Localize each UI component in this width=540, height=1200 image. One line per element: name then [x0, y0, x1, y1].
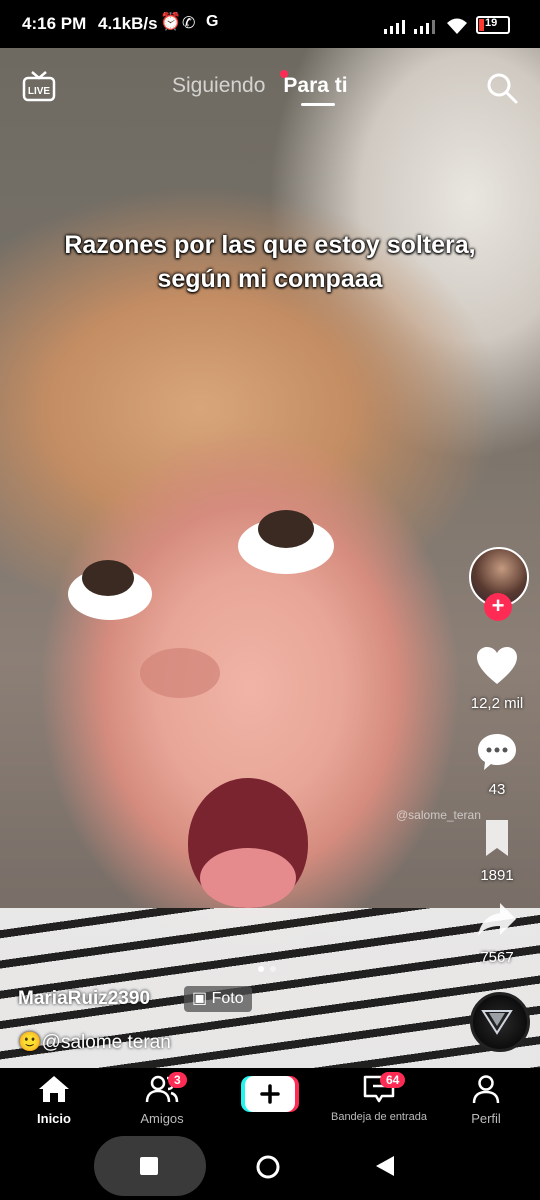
- video-pupil-left: [82, 560, 134, 596]
- share-icon: [478, 903, 516, 936]
- slide-dot: [258, 966, 264, 972]
- bottom-navigation: Inicio 3 Amigos 64 Bandeja de entrada Pe…: [0, 1068, 540, 1130]
- video-frame[interactable]: [0, 48, 540, 1068]
- feed-tabs: Siguiendo Para ti: [172, 74, 348, 98]
- video-nose: [140, 648, 220, 698]
- signal-1-icon: [384, 20, 405, 34]
- slide-dot: [270, 966, 276, 972]
- nav-profile[interactable]: Perfil: [432, 1074, 540, 1126]
- wifi-icon: [447, 18, 467, 34]
- tab-following[interactable]: Siguiendo: [172, 74, 265, 97]
- alarm-icon: ⏰: [160, 12, 182, 31]
- nav-home-label: Inicio: [37, 1111, 71, 1126]
- video-tongue: [200, 848, 296, 908]
- save-count: 1891: [480, 867, 514, 884]
- music-cover-icon: [481, 1010, 513, 1035]
- mention[interactable]: 🙂@salome teran: [18, 1030, 171, 1054]
- comment-button[interactable]: 43: [462, 732, 532, 798]
- nav-profile-label: Perfil: [471, 1111, 501, 1126]
- video-pupil-right: [258, 510, 314, 548]
- create-button[interactable]: [241, 1076, 299, 1112]
- image-icon: ▣: [192, 990, 208, 1007]
- inbox-badge: 64: [380, 1072, 406, 1088]
- friends-badge: 3: [168, 1072, 187, 1088]
- photo-badge-label: Foto: [211, 990, 244, 1007]
- follow-button[interactable]: +: [484, 593, 512, 621]
- save-button[interactable]: 1891: [462, 818, 532, 884]
- svg-text:LIVE: LIVE: [28, 86, 51, 97]
- like-button[interactable]: 12,2 mil: [462, 646, 532, 712]
- bookmark-icon: [486, 820, 508, 856]
- status-bar: 4:16 PM 4.1kB/s ⏰ ✆ G 19: [0, 0, 540, 48]
- profile-icon: [472, 1075, 500, 1104]
- following-notification-dot: [280, 70, 288, 78]
- signal-2-icon: [414, 20, 435, 34]
- slide-indicator: [258, 959, 282, 977]
- heart-icon: [477, 647, 517, 684]
- status-speed: 4.1kB/s: [98, 14, 158, 33]
- home-system-icon[interactable]: [255, 1154, 281, 1180]
- comment-count: 43: [488, 781, 506, 798]
- video-caption: Razones por las que estoy soltera, según…: [64, 231, 476, 293]
- music-disc[interactable]: [470, 992, 530, 1052]
- google-icon: G: [206, 13, 219, 30]
- like-count: 12,2 mil: [470, 695, 524, 712]
- home-icon: [39, 1076, 69, 1102]
- battery-icon: 19: [476, 16, 510, 34]
- whatsapp-icon: ✆: [182, 15, 196, 32]
- nav-home[interactable]: Inicio: [0, 1074, 108, 1126]
- share-count: 7567: [480, 949, 514, 966]
- live-icon[interactable]: LIVE: [22, 70, 56, 104]
- author-username[interactable]: MariaRuiz2390: [18, 988, 150, 1010]
- nav-friends-label: Amigos: [140, 1111, 184, 1126]
- system-navigation: [0, 1130, 540, 1200]
- tab-for-you[interactable]: Para ti: [283, 74, 347, 97]
- comment-icon: [478, 734, 516, 770]
- mention-text: @salome teran: [41, 1032, 171, 1053]
- nav-friends[interactable]: 3 Amigos: [108, 1072, 216, 1126]
- search-icon[interactable]: [486, 72, 518, 104]
- nav-inbox[interactable]: 64 Bandeja de entrada: [324, 1072, 434, 1123]
- share-button[interactable]: 7567: [462, 900, 532, 966]
- recents-button-pill[interactable]: [94, 1136, 206, 1196]
- back-icon[interactable]: [374, 1154, 396, 1178]
- emoji-icon: 🙂: [18, 1032, 42, 1053]
- recents-icon: [140, 1157, 158, 1175]
- status-time: 4:16 PM: [22, 14, 87, 33]
- nav-inbox-label: Bandeja de entrada: [330, 1111, 428, 1123]
- photo-badge: ▣ Foto: [184, 986, 252, 1012]
